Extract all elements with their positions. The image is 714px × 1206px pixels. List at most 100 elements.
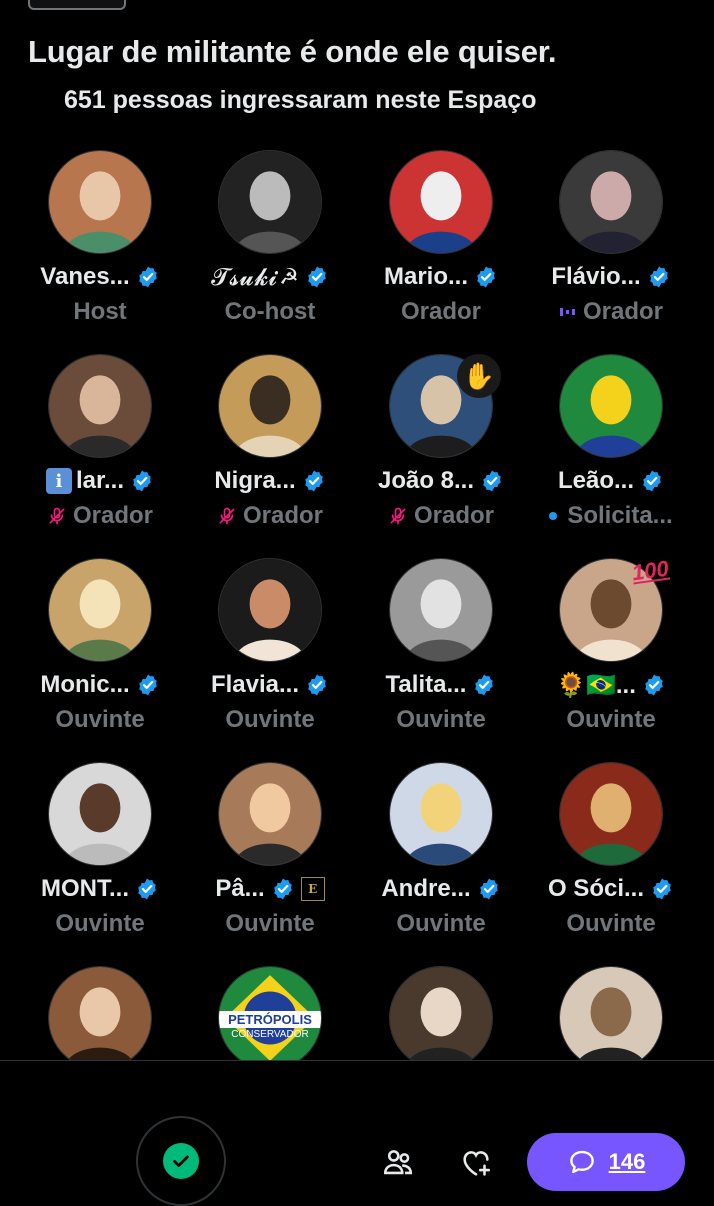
participant-name-row: 🌻🇧🇷... [556, 668, 666, 702]
participant-role-row: Ouvinte [225, 908, 314, 940]
people-icon[interactable] [380, 1145, 416, 1181]
participant-card[interactable]: Flavia... Ouvinte [181, 558, 359, 758]
avatar[interactable] [48, 558, 152, 662]
avatar[interactable] [389, 966, 493, 1070]
participant-card[interactable]: 100 🌻🇧🇷... Ouvinte [522, 556, 700, 758]
avatar[interactable] [389, 762, 493, 866]
verified-badge-icon [302, 469, 326, 493]
avatar[interactable] [559, 966, 663, 1070]
participant-role-row: Orador [217, 500, 323, 532]
participant-role: Ouvinte [396, 910, 486, 937]
participant-role: Co-host [224, 298, 316, 325]
participant-role: Ouvinte [55, 910, 145, 937]
participant-card[interactable]: Pâ... E Ouvinte [181, 762, 359, 962]
participant-role: Ouvinte [55, 706, 145, 733]
participant-card[interactable]: ✋ João 8... Orador [352, 354, 530, 554]
participant-name-row: Nigra... [214, 464, 325, 498]
participant-role-row: Ouvinte [396, 908, 485, 940]
participant-name-row: Flávio... [551, 260, 670, 294]
participant-role: Host [73, 298, 127, 325]
participant-role: Ouvinte [225, 706, 315, 733]
participant-name-row: i lar... [45, 464, 154, 498]
participant-name: 🌻🇧🇷... [556, 671, 636, 699]
participant-role-row: Ouvinte [396, 704, 485, 736]
participant-name-row: MONT... [41, 872, 159, 906]
participant-name-row: Monic... [40, 668, 159, 702]
participant-role-row: Orador [559, 296, 663, 328]
verified-badge-icon [135, 877, 159, 901]
participant-role-row: Solicita... [549, 500, 673, 532]
logo-text: PETRÓPOLIS [219, 1011, 321, 1028]
participant-name-row: João 8... [378, 464, 504, 498]
avatar[interactable] [218, 762, 322, 866]
avatar[interactable] [218, 558, 322, 662]
affiliate-badge-icon: E [300, 877, 325, 901]
mic-button[interactable] [136, 1116, 226, 1206]
space-title: Lugar de militante é onde ele quiser. [28, 34, 557, 69]
participant-name-row: Flavia... [211, 668, 329, 702]
participant-card[interactable]: Monic... Ouvinte [11, 558, 189, 758]
verified-badge-icon [647, 265, 671, 289]
participant-card[interactable]: Talita... Ouvinte [352, 558, 530, 758]
mic-on-icon [163, 1143, 199, 1179]
participant-name: O Sóci... [547, 875, 645, 902]
participant-role: Orador [400, 298, 481, 325]
participant-card[interactable]: i lar... Orador [11, 354, 189, 554]
comments-button[interactable]: 146 [527, 1133, 685, 1191]
avatar[interactable] [559, 150, 663, 254]
participant-card[interactable]: Leão... Solicita... [522, 354, 700, 554]
verified-badge-icon [650, 877, 674, 901]
participant-card[interactable]: Vanes... Host [11, 150, 189, 350]
verified-badge-icon [136, 265, 160, 289]
participant-card[interactable]: Mario... Orador [352, 150, 530, 350]
verified-badge-icon [474, 265, 498, 289]
verified-badge-icon [477, 877, 501, 901]
participant-name-row: Talita... [386, 668, 497, 702]
mic-off-icon [217, 506, 237, 526]
participant-role: Orador [72, 502, 153, 529]
participant-role-row: Orador [388, 500, 494, 532]
avatar[interactable] [389, 558, 493, 662]
participant-card[interactable]: Flávio... Orador [522, 150, 700, 350]
participant-card[interactable]: Andre... Ouvinte [352, 762, 530, 962]
avatar[interactable] [218, 354, 322, 458]
participant-role: Ouvinte [566, 910, 656, 937]
avatar[interactable] [48, 966, 152, 1070]
avatar[interactable] [48, 354, 152, 458]
avatar[interactable] [389, 150, 493, 254]
comment-count: 146 [608, 1149, 646, 1174]
raised-hand-icon: ✋ [457, 354, 501, 398]
verified-badge-icon [472, 673, 496, 697]
heart-plus-icon[interactable] [458, 1145, 494, 1181]
participant-name: lar... [75, 467, 125, 494]
participant-name: Flávio... [551, 263, 641, 290]
space-footer: 146 [0, 1060, 714, 1206]
participant-card[interactable]: 𝓣𝓼𝓾𝓴𝓲 ☭ Co-host [181, 150, 359, 350]
avatar[interactable] [559, 354, 663, 458]
avatar[interactable] [559, 762, 663, 866]
participant-name: Nigra... [214, 467, 296, 494]
participant-name: 𝓣𝓼𝓾𝓴𝓲 [211, 263, 278, 291]
participant-role: Orador [242, 502, 323, 529]
participant-role: Orador [582, 298, 663, 325]
participant-role-row: Ouvinte [225, 704, 314, 736]
participant-role-row: Ouvinte [55, 704, 144, 736]
participant-card[interactable]: MONT... Ouvinte [11, 762, 189, 962]
avatar[interactable]: PETRÓPOLIS CONSERVADOR [218, 966, 322, 1070]
participant-role: Ouvinte [396, 706, 486, 733]
verified-badge-icon [305, 673, 329, 697]
joined-count: 651 pessoas ingressaram neste Espaço [64, 86, 537, 114]
participant-name: Vanes... [40, 263, 130, 290]
participant-card[interactable]: O Sóci... Ouvinte [522, 762, 700, 962]
participant-role: Ouvinte [225, 910, 315, 937]
participant-name: Andre... [381, 875, 471, 902]
avatar[interactable] [48, 150, 152, 254]
participant-role-row: Host [73, 296, 126, 328]
participant-name-row: Mario... [384, 260, 498, 294]
comment-icon [569, 1150, 594, 1174]
participant-card[interactable]: Nigra... Orador [181, 354, 359, 554]
avatar[interactable] [218, 150, 322, 254]
participant-name: Pâ... [215, 875, 265, 902]
participant-role-row: Ouvinte [55, 908, 144, 940]
avatar[interactable] [48, 762, 152, 866]
